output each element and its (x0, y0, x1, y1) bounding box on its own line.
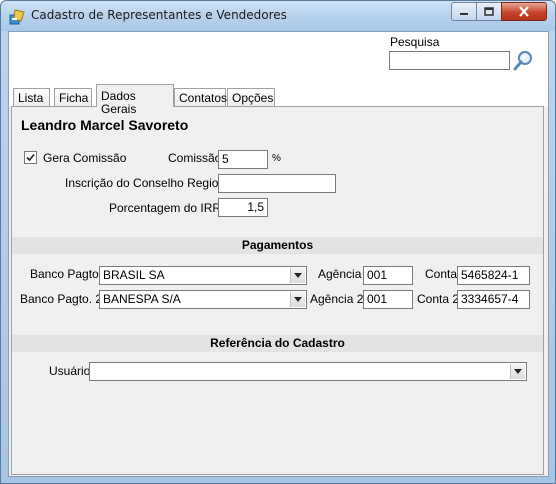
agencia-2-label: Agência 2 (310, 292, 364, 306)
search-area: Pesquisa (9, 32, 548, 76)
banco-pagto-2-label: Banco Pagto. 2 (20, 292, 103, 306)
tab-dados-gerais[interactable]: Dados Gerais (96, 84, 174, 116)
chevron-down-icon (514, 369, 522, 374)
referencia-cadastro-header: Referência do Cadastro (12, 335, 543, 352)
close-button[interactable] (501, 2, 547, 21)
tab-bar: Lista Ficha Dados Gerais Contatos Opções (9, 76, 548, 116)
search-icon[interactable] (512, 50, 534, 72)
app-window: Cadastro de Representantes e Vendedores … (0, 0, 556, 484)
banco-pagto-value: BRASIL SA (103, 268, 165, 282)
usuario-label: Usuário (49, 364, 91, 378)
banco-pagto-2-select[interactable]: BANESPA S/A (99, 290, 307, 309)
dropdown-arrow[interactable] (290, 292, 305, 307)
inscricao-conselho-label: Inscrição do Conselho Regional (65, 176, 235, 190)
dropdown-arrow[interactable] (290, 268, 305, 283)
conta-2-input[interactable]: 3334657-4 (457, 290, 530, 309)
minimize-button[interactable] (451, 2, 477, 21)
chevron-down-icon (294, 297, 302, 302)
minimize-icon (460, 12, 468, 15)
inscricao-conselho-input[interactable] (218, 174, 336, 193)
irrf-label: Porcentagem do IRRF (109, 201, 229, 215)
conta-input[interactable]: 5465824-1 (457, 266, 530, 285)
comissao-input[interactable]: 5 (218, 150, 268, 169)
title-bar[interactable]: Cadastro de Representantes e Vendedores (1, 1, 555, 31)
irrf-input[interactable]: 1,5 (218, 198, 268, 217)
agencia-2-input[interactable]: 001 (363, 290, 413, 309)
dropdown-arrow[interactable] (510, 364, 525, 379)
banco-pagto-2-value: BANESPA S/A (103, 292, 181, 306)
banco-pagto-select[interactable]: BRASIL SA (99, 266, 307, 285)
gera-comissao-label: Gera Comissão (43, 151, 127, 165)
tab-contatos[interactable]: Contatos (174, 88, 228, 106)
client-area: Pesquisa Lista Ficha Dados Gerais Contat… (8, 31, 549, 477)
app-icon (9, 9, 25, 25)
tab-label: Dados Gerais (101, 89, 137, 116)
usuario-select[interactable] (89, 362, 527, 381)
close-icon (519, 6, 529, 17)
maximize-button[interactable] (476, 2, 502, 21)
comissao-label: Comissão (168, 151, 222, 165)
tab-opcoes[interactable]: Opções (227, 88, 275, 106)
conta-label: Conta (425, 267, 458, 281)
search-input[interactable] (389, 51, 510, 70)
record-name: Leandro Marcel Savoreto (21, 117, 189, 133)
chevron-down-icon (294, 273, 302, 278)
tab-label: Contatos (179, 91, 228, 105)
conta-2-label: Conta 2 (417, 292, 460, 306)
tab-ficha[interactable]: Ficha (54, 88, 92, 106)
window-title: Cadastro de Representantes e Vendedores (31, 8, 287, 22)
banco-pagto-label: Banco Pagto. (30, 267, 103, 281)
tab-label: Ficha (59, 91, 89, 105)
maximize-icon (484, 7, 494, 16)
checkmark-icon (26, 153, 35, 162)
agencia-label: Agência (318, 267, 362, 281)
dados-gerais-panel: Leandro Marcel Savoreto Gera Comissão Co… (11, 106, 544, 475)
agencia-input[interactable]: 001 (363, 266, 413, 285)
tab-label: Lista (18, 91, 44, 105)
search-label: Pesquisa (390, 35, 440, 49)
percent-unit-label: % (272, 153, 281, 164)
tab-label: Opções (232, 91, 274, 105)
tab-lista[interactable]: Lista (13, 88, 50, 106)
gera-comissao-checkbox[interactable] (24, 151, 37, 164)
pagamentos-header: Pagamentos (12, 237, 543, 254)
